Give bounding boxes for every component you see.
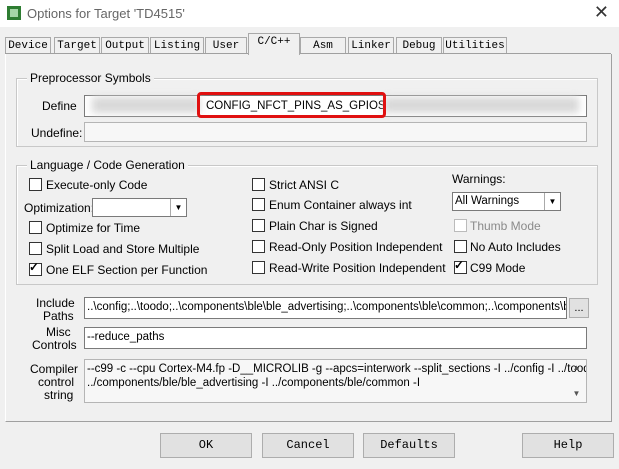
scroll-down-icon[interactable]: ▼ [570,389,583,398]
misc-controls-value: --reduce_paths [87,331,165,343]
title-bar: Options for Target 'TD4515' ✕ [0,0,619,27]
warnings-select[interactable]: All Warnings ▼ [452,192,561,211]
close-icon[interactable]: ✕ [594,2,609,23]
redaction-left [92,97,200,113]
no-auto-includes-label: No Auto Includes [470,240,561,254]
ok-button[interactable]: OK [160,433,252,458]
enum-container-checkbox[interactable] [252,198,265,211]
include-paths-label-1: Include [36,296,75,310]
tab-debug[interactable]: Debug [396,37,442,54]
warnings-label: Warnings: [452,172,506,186]
defaults-button[interactable]: Defaults [363,433,455,458]
optimization-label: Optimization: [24,201,95,215]
cancel-button[interactable]: Cancel [262,433,354,458]
no-auto-includes-checkbox[interactable] [454,240,467,253]
include-paths-label-2: Paths [43,309,74,323]
ro-pi-checkbox[interactable] [252,240,265,253]
one-elf-checkbox[interactable]: ✓ [29,260,42,276]
tab-device[interactable]: Device [5,37,51,54]
undefine-label: Undefine: [31,126,83,140]
ro-pi-label: Read-Only Position Independent [269,240,443,254]
window-title: Options for Target 'TD4515' [27,6,185,21]
redaction-right [384,97,579,113]
include-paths-input[interactable]: ..\config;..\toodo;..\components\ble\ble… [84,297,567,319]
plain-char-label: Plain Char is Signed [269,219,378,233]
tab-listing[interactable]: Listing [150,37,204,54]
optimize-time-checkbox[interactable] [29,221,42,234]
chevron-down-icon: ▼ [544,193,560,210]
check-icon: ✓ [29,260,40,274]
rw-pi-label: Read-Write Position Independent [269,261,446,275]
enum-container-label: Enum Container always int [269,198,412,212]
tab-output[interactable]: Output [101,37,149,54]
compiler-label-3: string [44,388,74,402]
tab-target[interactable]: Target [54,37,100,54]
optimize-time-label: Optimize for Time [46,221,141,235]
warnings-value: All Warnings [455,195,520,207]
tab-user[interactable]: User [205,37,247,54]
tab-utilities[interactable]: Utilities [443,37,507,54]
execute-only-checkbox[interactable] [29,178,42,191]
misc-label-2: Controls [32,338,77,352]
thumb-mode-checkbox[interactable] [454,219,467,232]
highlight-box [197,92,386,118]
one-elf-label: One ELF Section per Function [46,263,208,277]
tab-asm[interactable]: Asm [300,37,346,54]
undefine-input[interactable] [84,122,587,142]
chevron-down-icon: ▼ [170,199,186,216]
help-button[interactable]: Help [522,433,614,458]
misc-controls-input[interactable]: --reduce_paths [84,327,587,349]
misc-label-1: Misc [46,325,71,339]
optimization-select[interactable]: ▼ [92,198,187,217]
plain-char-checkbox[interactable] [252,219,265,232]
define-label: Define [42,99,77,113]
c99-mode-label: C99 Mode [470,261,526,275]
browse-button[interactable]: ... [569,298,589,318]
rw-pi-checkbox[interactable] [252,261,265,274]
check-icon: ✓ [454,258,465,272]
language-legend: Language / Code Generation [27,158,188,172]
thumb-mode-label: Thumb Mode [470,219,541,233]
scroll-up-icon[interactable]: ▲ [570,363,583,372]
strict-ansi-checkbox[interactable] [252,178,265,191]
tab-c-cpp[interactable]: C/C++ [248,33,300,55]
split-load-checkbox[interactable] [29,242,42,255]
tab-linker[interactable]: Linker [348,37,394,54]
preprocessor-legend: Preprocessor Symbols [27,71,154,85]
include-paths-value: ..\config;..\toodo;..\components\ble\ble… [87,301,567,313]
compiler-control-textarea[interactable]: --c99 -c --cpu Cortex-M4.fp -D__MICROLIB… [84,359,587,403]
c99-mode-checkbox[interactable]: ✓ [454,258,467,274]
execute-only-label: Execute-only Code [46,178,148,192]
compiler-line-1: --c99 -c --cpu Cortex-M4.fp -D__MICROLIB… [87,363,587,375]
compiler-line-2: ../components/ble/ble_advertising -I ../… [87,377,421,389]
compiler-label-1: Compiler [30,362,79,376]
split-load-label: Split Load and Store Multiple [46,242,200,256]
strict-ansi-label: Strict ANSI C [269,178,340,192]
keil-app-icon [7,6,21,20]
compiler-label-2: control [38,375,75,389]
